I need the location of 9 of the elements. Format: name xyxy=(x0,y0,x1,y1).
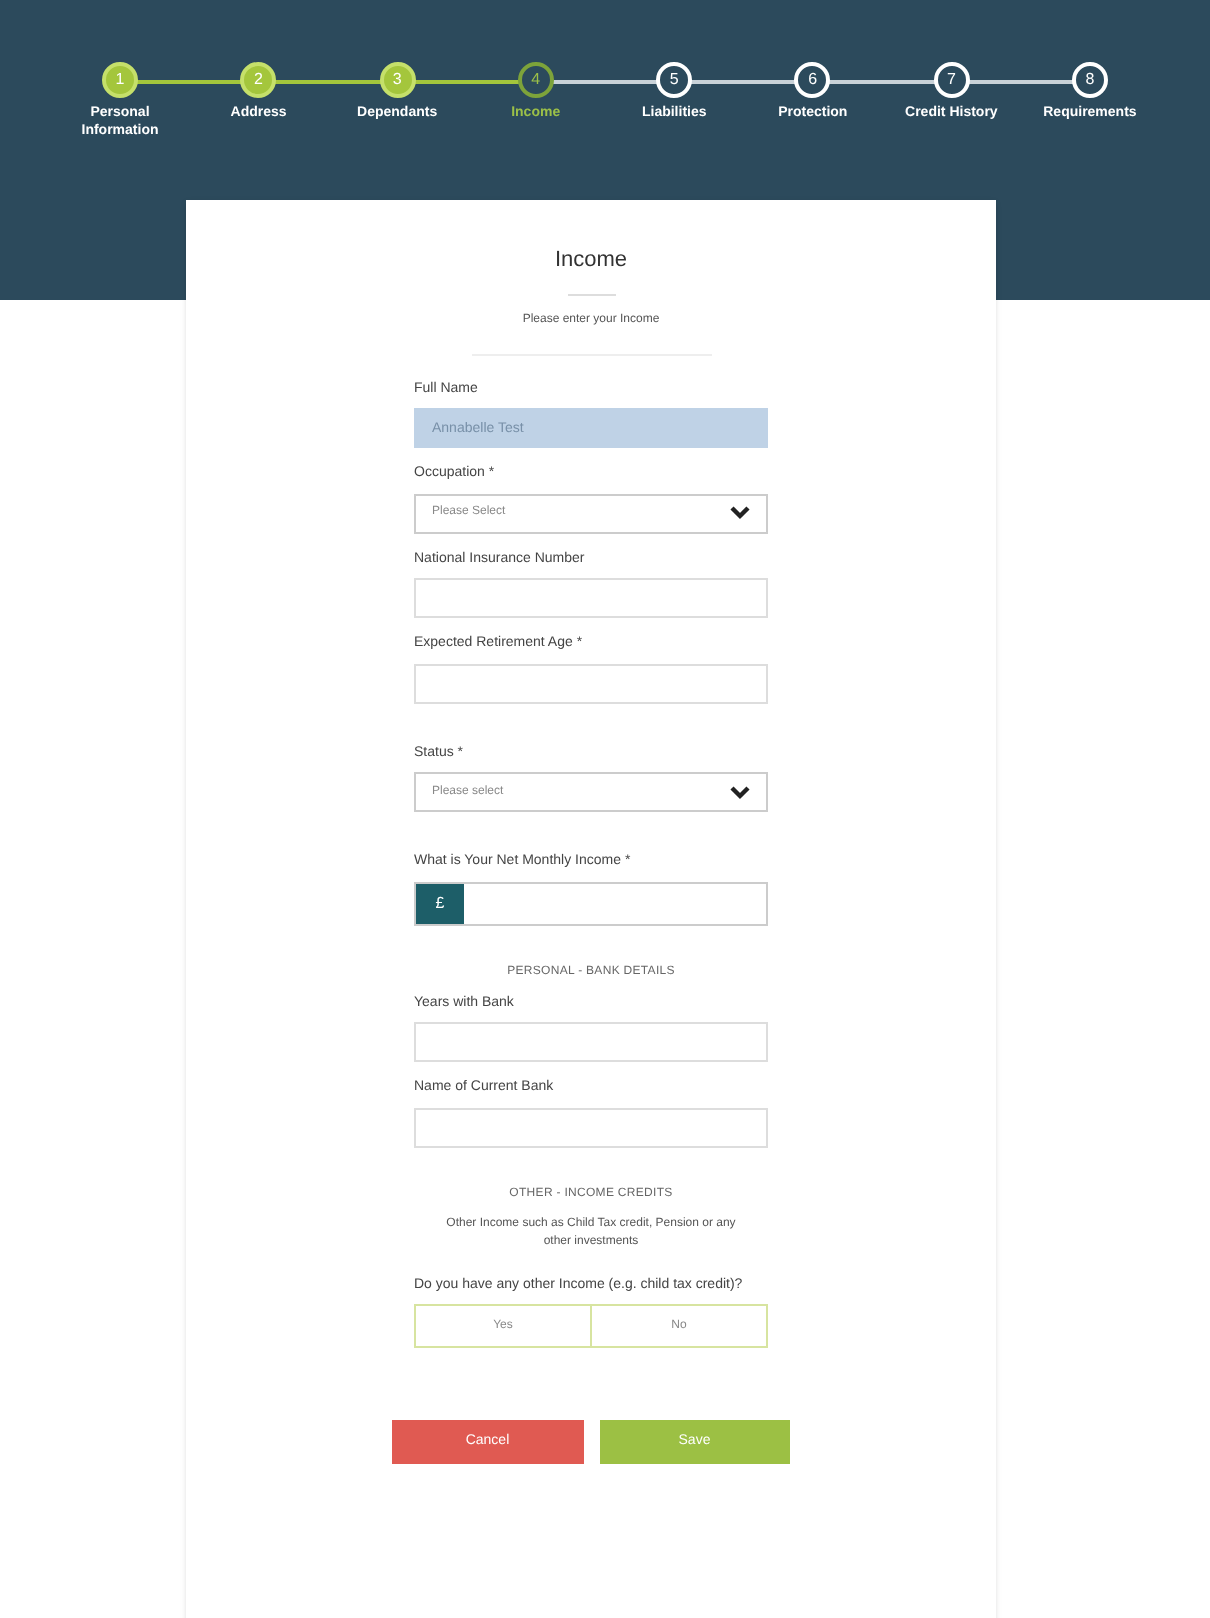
chevron-down-icon xyxy=(730,506,750,520)
text-field[interactable] xyxy=(414,578,768,618)
currency-prefix: £ xyxy=(416,883,464,923)
text-field[interactable] xyxy=(414,1107,768,1147)
form-title: Income xyxy=(552,246,630,276)
income-field[interactable]: £ xyxy=(414,881,768,925)
chevron-down-icon xyxy=(730,785,750,799)
text-field[interactable] xyxy=(414,1022,768,1062)
text-field[interactable] xyxy=(414,663,768,703)
